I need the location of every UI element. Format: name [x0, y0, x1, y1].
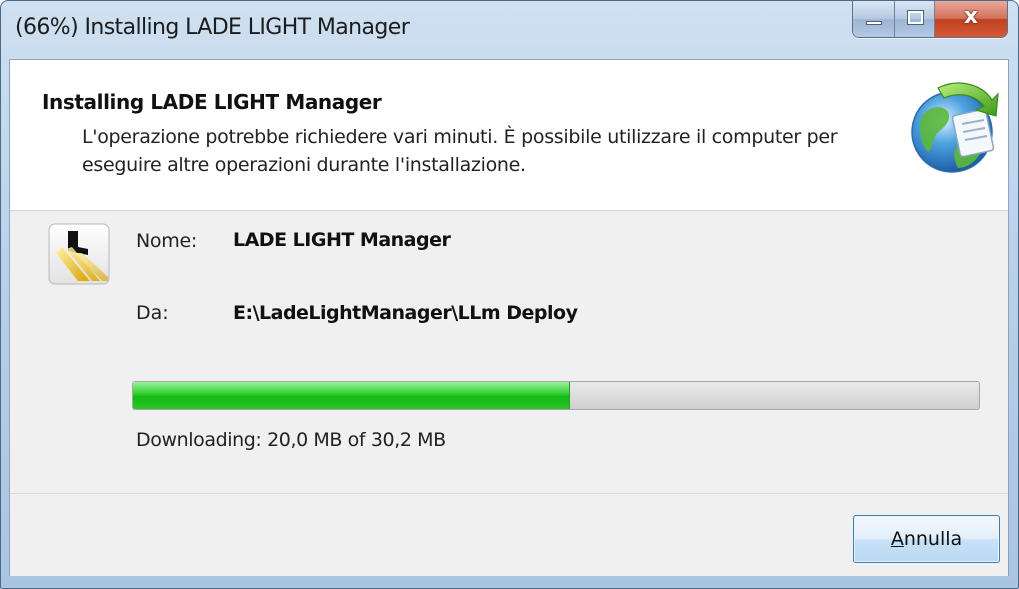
header-panel: Installing LADE LIGHT Manager L'operazio…: [10, 60, 1008, 211]
minimize-icon: [866, 21, 882, 25]
cancel-button[interactable]: Annulla: [853, 515, 1000, 563]
lade-light-app-icon: [48, 223, 110, 285]
globe-install-icon: [911, 82, 999, 173]
minimize-button[interactable]: [853, 1, 895, 37]
progress-fill: [133, 382, 570, 409]
source-label: Da:: [136, 302, 169, 324]
maximize-button[interactable]: [895, 1, 935, 37]
cancel-label: nnulla: [903, 528, 963, 550]
dialog-client-area: Installing LADE LIGHT Manager L'operazio…: [9, 59, 1009, 576]
window-bottom-frame: [1, 575, 1018, 588]
source-path-value: E:\LadeLightManager\LLm Deploy: [233, 302, 578, 324]
title-bar[interactable]: (66%) Installing LADE LIGHT Manager x: [1, 1, 1018, 59]
window-title: (66%) Installing LADE LIGHT Manager: [15, 15, 410, 40]
download-progress-bar: [132, 381, 980, 410]
header-title: Installing LADE LIGHT Manager: [42, 90, 382, 114]
cancel-accelerator: A: [890, 528, 904, 550]
footer-panel: Annulla: [10, 493, 1008, 576]
name-value: LADE LIGHT Manager: [233, 229, 451, 251]
maximize-icon: [907, 10, 924, 25]
header-description: L'operazione potrebbe richiedere vari mi…: [82, 126, 838, 176]
close-icon: x: [963, 4, 979, 29]
details-panel: Nome: LADE LIGHT Manager Da: E:\LadeLigh…: [10, 211, 1008, 493]
name-label: Nome:: [136, 230, 197, 252]
close-button[interactable]: x: [935, 1, 1007, 37]
download-status-text: Downloading: 20,0 MB of 30,2 MB: [136, 429, 446, 451]
installer-window: (66%) Installing LADE LIGHT Manager x In…: [0, 0, 1019, 589]
caption-buttons: x: [852, 1, 1008, 38]
